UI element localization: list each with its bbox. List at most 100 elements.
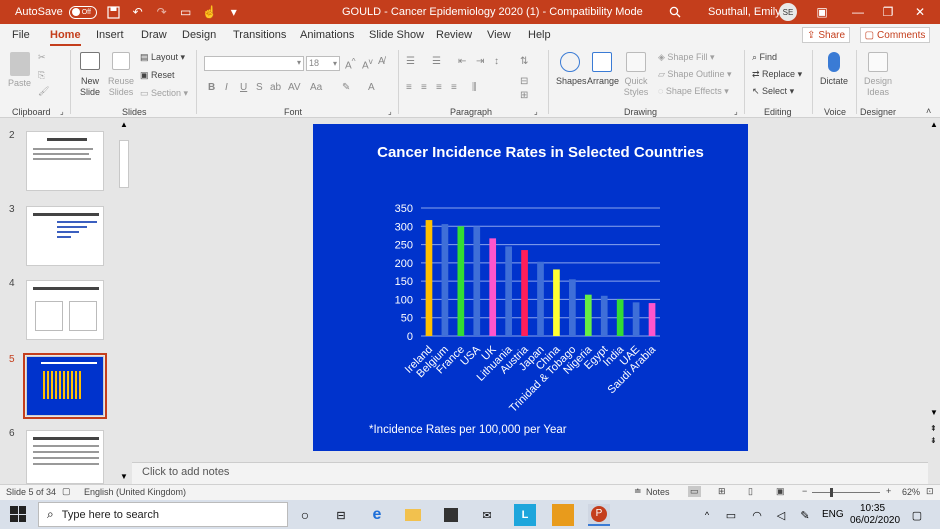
- align-left-icon[interactable]: ≡: [406, 82, 412, 93]
- font-size-box[interactable]: 18 ▾: [306, 56, 340, 71]
- reading-view-icon[interactable]: ▯: [748, 486, 753, 497]
- shadow-icon[interactable]: ab: [270, 82, 281, 93]
- clear-formatting-icon[interactable]: A̸: [378, 56, 385, 67]
- microphone-icon[interactable]: [828, 52, 840, 72]
- l-app-icon[interactable]: L: [514, 504, 536, 526]
- collapse-ribbon-icon[interactable]: ˄: [926, 106, 931, 116]
- notifications-icon[interactable]: ▢: [906, 504, 928, 526]
- design-ideas-icon[interactable]: [868, 52, 888, 72]
- touch-mode-icon[interactable]: ☝: [202, 5, 217, 19]
- tab-draw[interactable]: Draw: [141, 29, 167, 41]
- dictate-button[interactable]: Dictate: [820, 76, 848, 86]
- font-name-box[interactable]: ▾: [204, 56, 304, 71]
- grow-font-icon[interactable]: A^: [345, 56, 356, 71]
- next-slide-icon[interactable]: ⇟: [930, 436, 937, 445]
- text-direction-icon[interactable]: ⇅: [520, 56, 528, 67]
- tab-transitions[interactable]: Transitions: [233, 29, 286, 41]
- scroll-down-icon[interactable]: ▼: [930, 408, 938, 417]
- present-icon[interactable]: ▭: [179, 5, 193, 19]
- scrollbar-thumb[interactable]: [119, 140, 129, 188]
- quick-styles-button[interactable]: Quick Styles: [620, 76, 652, 98]
- slide-thumbnail-selected[interactable]: [23, 353, 107, 419]
- user-name[interactable]: Southall, Emily L: [708, 6, 790, 18]
- slide-scrollbar[interactable]: ▲ ▼ ⇞ ⇟: [928, 118, 940, 484]
- autosave-toggle[interactable]: Off: [68, 5, 97, 19]
- slide-thumbnail[interactable]: [26, 430, 104, 484]
- zoom-level[interactable]: 62%: [902, 487, 920, 497]
- language-indicator[interactable]: English (United Kingdom): [84, 487, 186, 497]
- search-icon[interactable]: [668, 5, 682, 19]
- smartart-icon[interactable]: ⊞: [520, 90, 528, 101]
- previous-slide-icon[interactable]: ⇞: [930, 424, 937, 433]
- change-case-icon[interactable]: Aa: [310, 82, 322, 93]
- scroll-down-icon[interactable]: ▼: [120, 472, 128, 481]
- select-button[interactable]: ↖ Select ▾: [752, 86, 794, 97]
- bar-chart[interactable]: 050100150200250300350IrelandBelgiumFranc…: [313, 124, 748, 424]
- spelling-icon[interactable]: ▢: [62, 486, 71, 497]
- zoom-slider-thumb[interactable]: [830, 488, 833, 497]
- highlight-icon[interactable]: ✎: [342, 82, 350, 93]
- line-spacing-icon[interactable]: ↕: [494, 56, 499, 67]
- notes-placeholder[interactable]: Click to add notes: [142, 466, 229, 478]
- decrease-indent-icon[interactable]: ⇤: [458, 56, 466, 67]
- show-hidden-icons[interactable]: ^: [696, 504, 718, 526]
- char-spacing-icon[interactable]: AV: [288, 82, 301, 93]
- bold-icon[interactable]: B: [208, 82, 215, 93]
- bullets-icon[interactable]: ☰: [406, 56, 415, 67]
- italic-icon[interactable]: I: [225, 82, 228, 93]
- windows-start-icon[interactable]: [10, 506, 26, 522]
- redo-icon[interactable]: ↷: [155, 5, 169, 19]
- clipboard-launcher-icon[interactable]: ⌟: [60, 107, 64, 116]
- slide-thumbnails-pane[interactable]: 2 3 4 5 6: [0, 118, 118, 484]
- align-text-icon[interactable]: ⊟: [520, 76, 528, 87]
- quick-styles-icon[interactable]: [626, 52, 646, 72]
- justify-icon[interactable]: ≡: [451, 82, 457, 93]
- underline-icon[interactable]: U: [240, 82, 247, 93]
- pen-icon[interactable]: ✎: [794, 504, 816, 526]
- section-button[interactable]: ▭ Section ▾: [140, 88, 188, 99]
- photo-app-icon[interactable]: [552, 504, 574, 526]
- layout-button[interactable]: ▤ Layout ▾: [140, 52, 185, 63]
- paste-icon[interactable]: [10, 52, 30, 76]
- fit-slide-icon[interactable]: ⊡: [926, 486, 934, 497]
- tab-view[interactable]: View: [487, 29, 511, 41]
- slide-thumbnail[interactable]: [26, 131, 104, 191]
- slide-thumbnail[interactable]: [26, 280, 104, 340]
- align-center-icon[interactable]: ≡: [421, 82, 427, 93]
- columns-icon[interactable]: ⫼: [472, 82, 477, 93]
- customize-qat-icon[interactable]: ▾: [227, 5, 241, 19]
- slide-thumbnail[interactable]: [26, 206, 104, 266]
- zoom-in-icon[interactable]: +: [886, 486, 891, 496]
- clock-time[interactable]: 10:35: [860, 503, 885, 514]
- new-slide-button[interactable]: New Slide: [76, 76, 104, 98]
- increase-indent-icon[interactable]: ⇥: [476, 56, 484, 67]
- reuse-slides-button[interactable]: Reuse Slides: [106, 76, 136, 98]
- shape-effects-button[interactable]: ◌ Shape Effects ▾: [658, 86, 729, 97]
- thumbnail-scrollbar[interactable]: ▲ ▼: [118, 118, 130, 484]
- file-explorer-icon[interactable]: [402, 504, 424, 526]
- volume-icon[interactable]: ◁: [770, 504, 792, 526]
- wifi-icon[interactable]: ◠: [746, 504, 768, 526]
- font-color-icon[interactable]: A: [368, 82, 375, 93]
- design-ideas-button[interactable]: Design Ideas: [862, 76, 894, 98]
- font-launcher-icon[interactable]: ⌟: [388, 107, 392, 116]
- notes-toggle[interactable]: Notes: [646, 487, 670, 497]
- powerpoint-icon[interactable]: P: [588, 504, 610, 526]
- battery-icon[interactable]: ▭: [720, 504, 742, 526]
- cut-icon[interactable]: ✂: [38, 52, 46, 63]
- arrange-icon[interactable]: [592, 52, 612, 72]
- reuse-slides-icon[interactable]: [112, 52, 130, 70]
- new-slide-icon[interactable]: [80, 52, 100, 70]
- find-button[interactable]: ⌕ Find: [752, 52, 777, 63]
- shape-fill-button[interactable]: ◈ Shape Fill ▾: [658, 52, 714, 63]
- slideshow-icon[interactable]: ▣: [776, 486, 785, 497]
- shrink-font-icon[interactable]: Av: [362, 56, 373, 71]
- minimize-icon[interactable]: —: [848, 2, 868, 22]
- share-button[interactable]: ⇪ Share: [802, 27, 850, 43]
- restore-icon[interactable]: ❐: [878, 2, 898, 22]
- comments-button[interactable]: ▢ Comments: [860, 27, 930, 43]
- drawing-launcher-icon[interactable]: ⌟: [734, 107, 738, 116]
- reset-button[interactable]: ▣ Reset: [140, 70, 175, 81]
- notes-pane[interactable]: Click to add notes: [132, 462, 928, 484]
- tab-animations[interactable]: Animations: [300, 29, 354, 41]
